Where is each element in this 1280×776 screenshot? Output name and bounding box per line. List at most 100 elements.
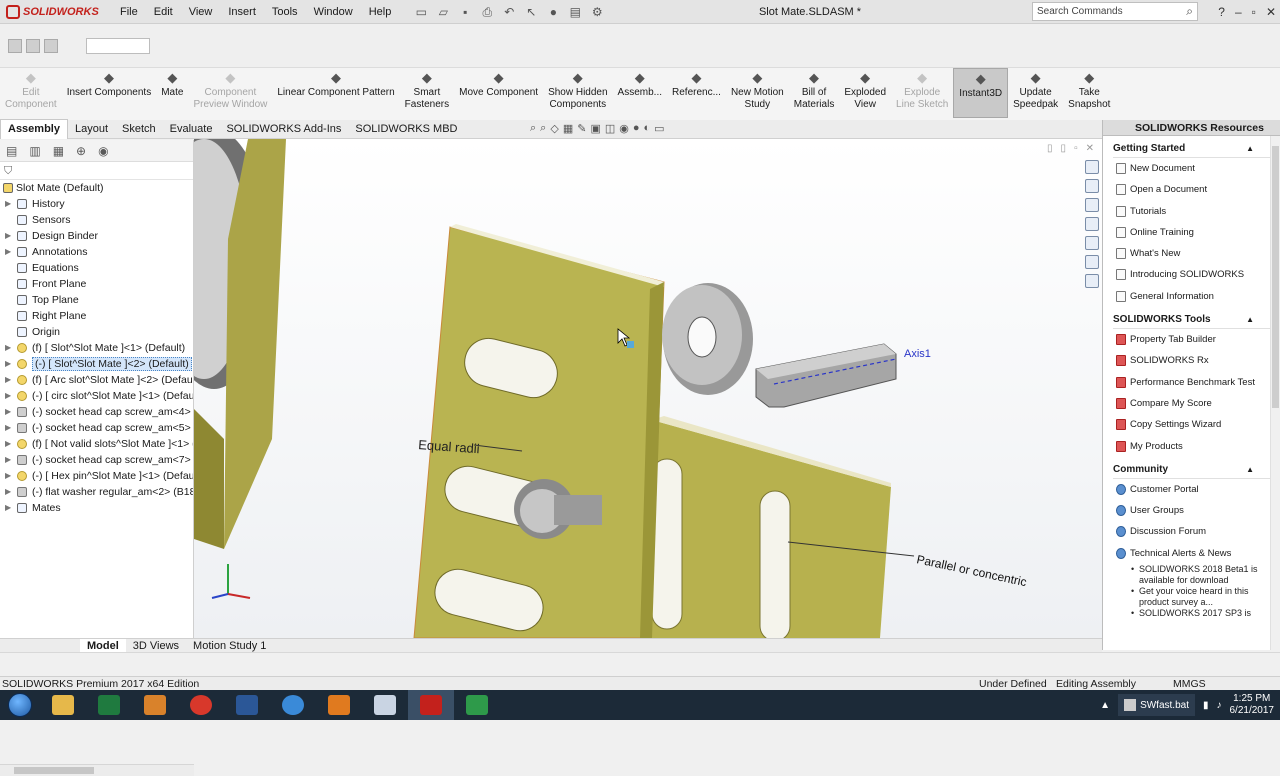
config-icon[interactable] bbox=[44, 38, 58, 53]
appearances-icon[interactable] bbox=[1085, 236, 1099, 250]
search-commands[interactable]: Search Commands ⌕ bbox=[1032, 2, 1198, 21]
status-units[interactable]: MMGS bbox=[1173, 677, 1206, 691]
tree-node[interactable]: ▶ Mates bbox=[0, 500, 193, 516]
explode-line-sketch-button[interactable]: ◆ Explode Line Sketch bbox=[891, 68, 953, 111]
menu-help[interactable]: Help bbox=[361, 0, 400, 24]
section-header[interactable]: SOLIDWORKS Tools ▲ bbox=[1113, 311, 1280, 330]
tree-scroll-thumb[interactable] bbox=[14, 767, 94, 774]
show-hidden-components-button[interactable]: ◆ Show Hidden Components bbox=[543, 68, 612, 111]
tab-assembly[interactable]: Assembly bbox=[0, 119, 68, 139]
new-motion-study-button[interactable]: ◆ New Motion Study bbox=[726, 68, 789, 111]
expand-icon[interactable]: ▶ bbox=[5, 500, 11, 516]
insert-components-button[interactable]: ◆ Insert Components bbox=[62, 68, 157, 99]
assembly-model[interactable]: Axis1 Equal radii Parallel or concentric bbox=[194, 139, 1102, 638]
view-settings-icon[interactable]: ▭ bbox=[654, 122, 664, 135]
start-button[interactable] bbox=[0, 690, 40, 720]
view-orientation-icon[interactable]: ▣ bbox=[590, 122, 600, 135]
menu-insert[interactable]: Insert bbox=[220, 0, 264, 24]
search-icon[interactable]: ⌕ bbox=[1186, 4, 1193, 19]
collapse-icon[interactable]: ▲ bbox=[1246, 461, 1254, 478]
tab-model[interactable]: Model bbox=[80, 638, 126, 653]
zoom-area-icon[interactable]: ⌕ bbox=[540, 122, 546, 135]
volume-icon[interactable]: ♪ bbox=[1217, 700, 1222, 711]
taskbar-excel[interactable] bbox=[86, 690, 132, 720]
edit-component-button[interactable]: ◆ Edit Component bbox=[0, 68, 62, 111]
section-header[interactable]: Getting Started ▲ bbox=[1113, 140, 1280, 158]
custom-properties-icon[interactable] bbox=[1085, 255, 1099, 269]
expand-icon[interactable]: ▶ bbox=[5, 372, 11, 388]
tree-node[interactable]: ▶ (-) [ Hex pin^Slot Mate ]<1> (Defau bbox=[0, 468, 193, 484]
expand-icon[interactable]: ▶ bbox=[5, 388, 11, 404]
tab-solidworks-mbd[interactable]: SOLIDWORKS MBD bbox=[348, 120, 464, 139]
task-pane-scroll-thumb[interactable] bbox=[1272, 146, 1279, 408]
taskbar-word[interactable] bbox=[224, 690, 270, 720]
tree-node[interactable]: ▶ (-) socket head cap screw_am<7> (B bbox=[0, 452, 193, 468]
tree-node[interactable]: ▶ (-) [ Slot^Slot Mate ]<2> (Default) bbox=[0, 356, 193, 372]
taskbar-explorer[interactable] bbox=[40, 690, 86, 720]
taskbar-outlook[interactable] bbox=[132, 690, 178, 720]
menu-window[interactable]: Window bbox=[306, 0, 361, 24]
taskbar-solidworks[interactable] bbox=[408, 690, 454, 720]
restore-icon[interactable]: ▫ bbox=[1252, 0, 1256, 24]
tree-node[interactable]: ▶ (f) [ Slot^Slot Mate ]<1> (Default) bbox=[0, 340, 193, 356]
expand-icon[interactable]: ▶ bbox=[5, 244, 11, 260]
display-style-icon[interactable]: ◫ bbox=[605, 122, 615, 135]
dynamic-annotation-icon[interactable]: ✎ bbox=[577, 122, 586, 135]
new-document-icon[interactable]: ▭ bbox=[413, 4, 429, 20]
tab-motion-study-1[interactable]: Motion Study 1 bbox=[186, 639, 273, 653]
menu-file[interactable]: File bbox=[112, 0, 146, 24]
tree-node[interactable]: ▶ (-) socket head cap screw_am<4> (B bbox=[0, 404, 193, 420]
zoom-to-fit-icon[interactable]: ⌕ bbox=[530, 122, 536, 135]
dimxpert-icon[interactable]: ⊕ bbox=[76, 144, 86, 158]
viewport-restore-icon[interactable]: ▫ bbox=[1074, 143, 1078, 154]
filter-icon[interactable]: ⛉ bbox=[0, 162, 193, 180]
viewport-close-icon[interactable]: ✕ bbox=[1086, 143, 1094, 154]
expand-icon[interactable]: ▶ bbox=[5, 228, 11, 244]
tree-node[interactable]: ▶ (-) [ circ slot^Slot Mate ]<1> (Defau bbox=[0, 388, 193, 404]
viewport-split-icon[interactable]: ▯ bbox=[1047, 143, 1053, 154]
tree-node[interactable]: Sensors bbox=[0, 212, 193, 228]
resource-performance-benchmark-test[interactable]: Performance Benchmark Test bbox=[1113, 372, 1280, 393]
print-icon[interactable]: ⎙ bbox=[479, 4, 495, 20]
close-icon[interactable]: ✕ bbox=[1266, 0, 1276, 24]
component-preview-window-button[interactable]: ◆ Component Preview Window bbox=[188, 68, 272, 111]
exploded-view-button[interactable]: ◆ Exploded View bbox=[839, 68, 891, 111]
tree-root[interactable]: Slot Mate (Default) bbox=[0, 180, 193, 196]
previous-view-icon[interactable]: ◇ bbox=[550, 122, 558, 135]
assemb-button[interactable]: ◆ Assemb... bbox=[613, 68, 667, 99]
expand-icon[interactable]: ▶ bbox=[5, 404, 11, 420]
news-item[interactable]: SOLIDWORKS 2017 SP3 is bbox=[1113, 608, 1280, 619]
instant3d-button[interactable]: ◆ Instant3D bbox=[953, 68, 1009, 118]
file-properties-icon[interactable]: ▤ bbox=[567, 4, 583, 20]
graphics-area[interactable]: Axis1 Equal radii Parallel or concentric… bbox=[194, 139, 1102, 638]
rebuild-icon[interactable]: ● bbox=[545, 4, 561, 20]
tree-node[interactable]: ▶ Design Binder bbox=[0, 228, 193, 244]
tree-scrollbar[interactable] bbox=[0, 764, 194, 776]
task-pane-scrollbar[interactable] bbox=[1270, 136, 1280, 650]
resource-compare-my-score[interactable]: Compare My Score bbox=[1113, 393, 1280, 414]
tab-layout[interactable]: Layout bbox=[68, 120, 115, 139]
expand-icon[interactable]: ▶ bbox=[5, 436, 11, 452]
tree-node[interactable]: Right Plane bbox=[0, 308, 193, 324]
save-icon[interactable]: ▪ bbox=[457, 4, 473, 20]
tray-expand-icon[interactable]: ▲ bbox=[1100, 700, 1110, 711]
expand-icon[interactable]: ▶ bbox=[5, 196, 11, 212]
taskbar-ie[interactable] bbox=[270, 690, 316, 720]
resource-introducing-solidworks[interactable]: Introducing SOLIDWORKS bbox=[1113, 264, 1280, 285]
news-item[interactable]: Get your voice heard in this product sur… bbox=[1113, 586, 1280, 608]
tree-node[interactable]: Origin bbox=[0, 324, 193, 340]
menu-tools[interactable]: Tools bbox=[264, 0, 306, 24]
linear-component-pattern-button[interactable]: ◆ Linear Component Pattern bbox=[272, 68, 399, 99]
resource-new-document[interactable]: New Document bbox=[1113, 158, 1280, 179]
tree-node[interactable]: ▶ (-) socket head cap screw_am<5> (B bbox=[0, 420, 193, 436]
menu-view[interactable]: View bbox=[181, 0, 221, 24]
resource-customer-portal[interactable]: Customer Portal bbox=[1113, 479, 1280, 500]
hide-show-icon[interactable]: ◉ bbox=[619, 122, 629, 135]
options-icon[interactable]: ⚙ bbox=[589, 4, 605, 20]
section-view-icon[interactable]: ▦ bbox=[563, 122, 573, 135]
select-icon[interactable]: ↖ bbox=[523, 4, 539, 20]
file-explorer-icon[interactable] bbox=[1085, 198, 1099, 212]
tab-evaluate[interactable]: Evaluate bbox=[163, 120, 220, 139]
view-palette-icon[interactable] bbox=[1085, 217, 1099, 231]
feature-manager-icon[interactable]: ▤ bbox=[6, 144, 17, 158]
